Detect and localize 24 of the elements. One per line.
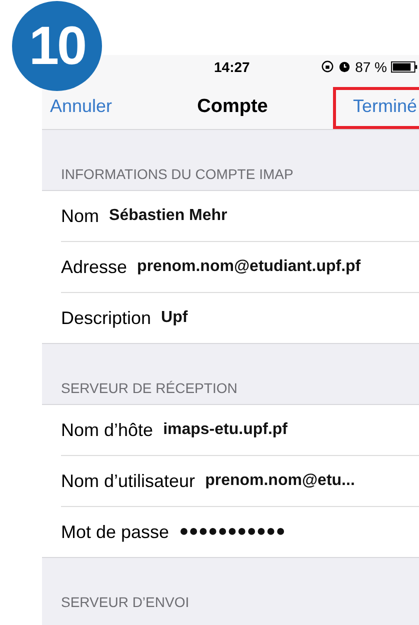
field-label: Adresse <box>61 256 128 278</box>
field-value[interactable]: imaps-etu.upf.pf <box>163 421 288 439</box>
battery-icon <box>391 60 419 74</box>
field-value[interactable]: prenom.nom@etu... <box>205 472 355 490</box>
section-header: SERVEUR D’ENVOI <box>60 594 190 612</box>
field-label: Description <box>61 308 152 328</box>
alarm-clock-icon <box>338 60 352 73</box>
field-label: Nom <box>61 206 100 226</box>
done-button[interactable]: Terminé <box>352 96 419 117</box>
section-header: INFORMATIONS DU COMPTE IMAP <box>60 166 294 184</box>
field-value[interactable]: prenom.nom@etudiant.upf.pf <box>137 258 361 276</box>
status-time: 14:27 <box>214 58 250 74</box>
field-label: Nom d’hôte <box>61 420 154 440</box>
field-label: Nom d’utilisateur <box>61 470 196 492</box>
cancel-button[interactable]: Annuler <box>50 96 112 117</box>
screen-title: Compte <box>197 96 268 118</box>
step-number-badge: 10 <box>12 1 102 91</box>
battery-percent: 87 % <box>355 58 387 74</box>
section-header: SERVEUR DE RÉCEPTION <box>60 380 238 398</box>
field-value[interactable]: Sébastien Mehr <box>109 207 228 225</box>
field-value[interactable]: ●●●●●●●●●●● <box>179 523 286 541</box>
field-value[interactable]: Upf <box>161 309 188 327</box>
field-label: Mot de passe <box>61 522 170 542</box>
rotation-lock-icon <box>321 60 334 73</box>
